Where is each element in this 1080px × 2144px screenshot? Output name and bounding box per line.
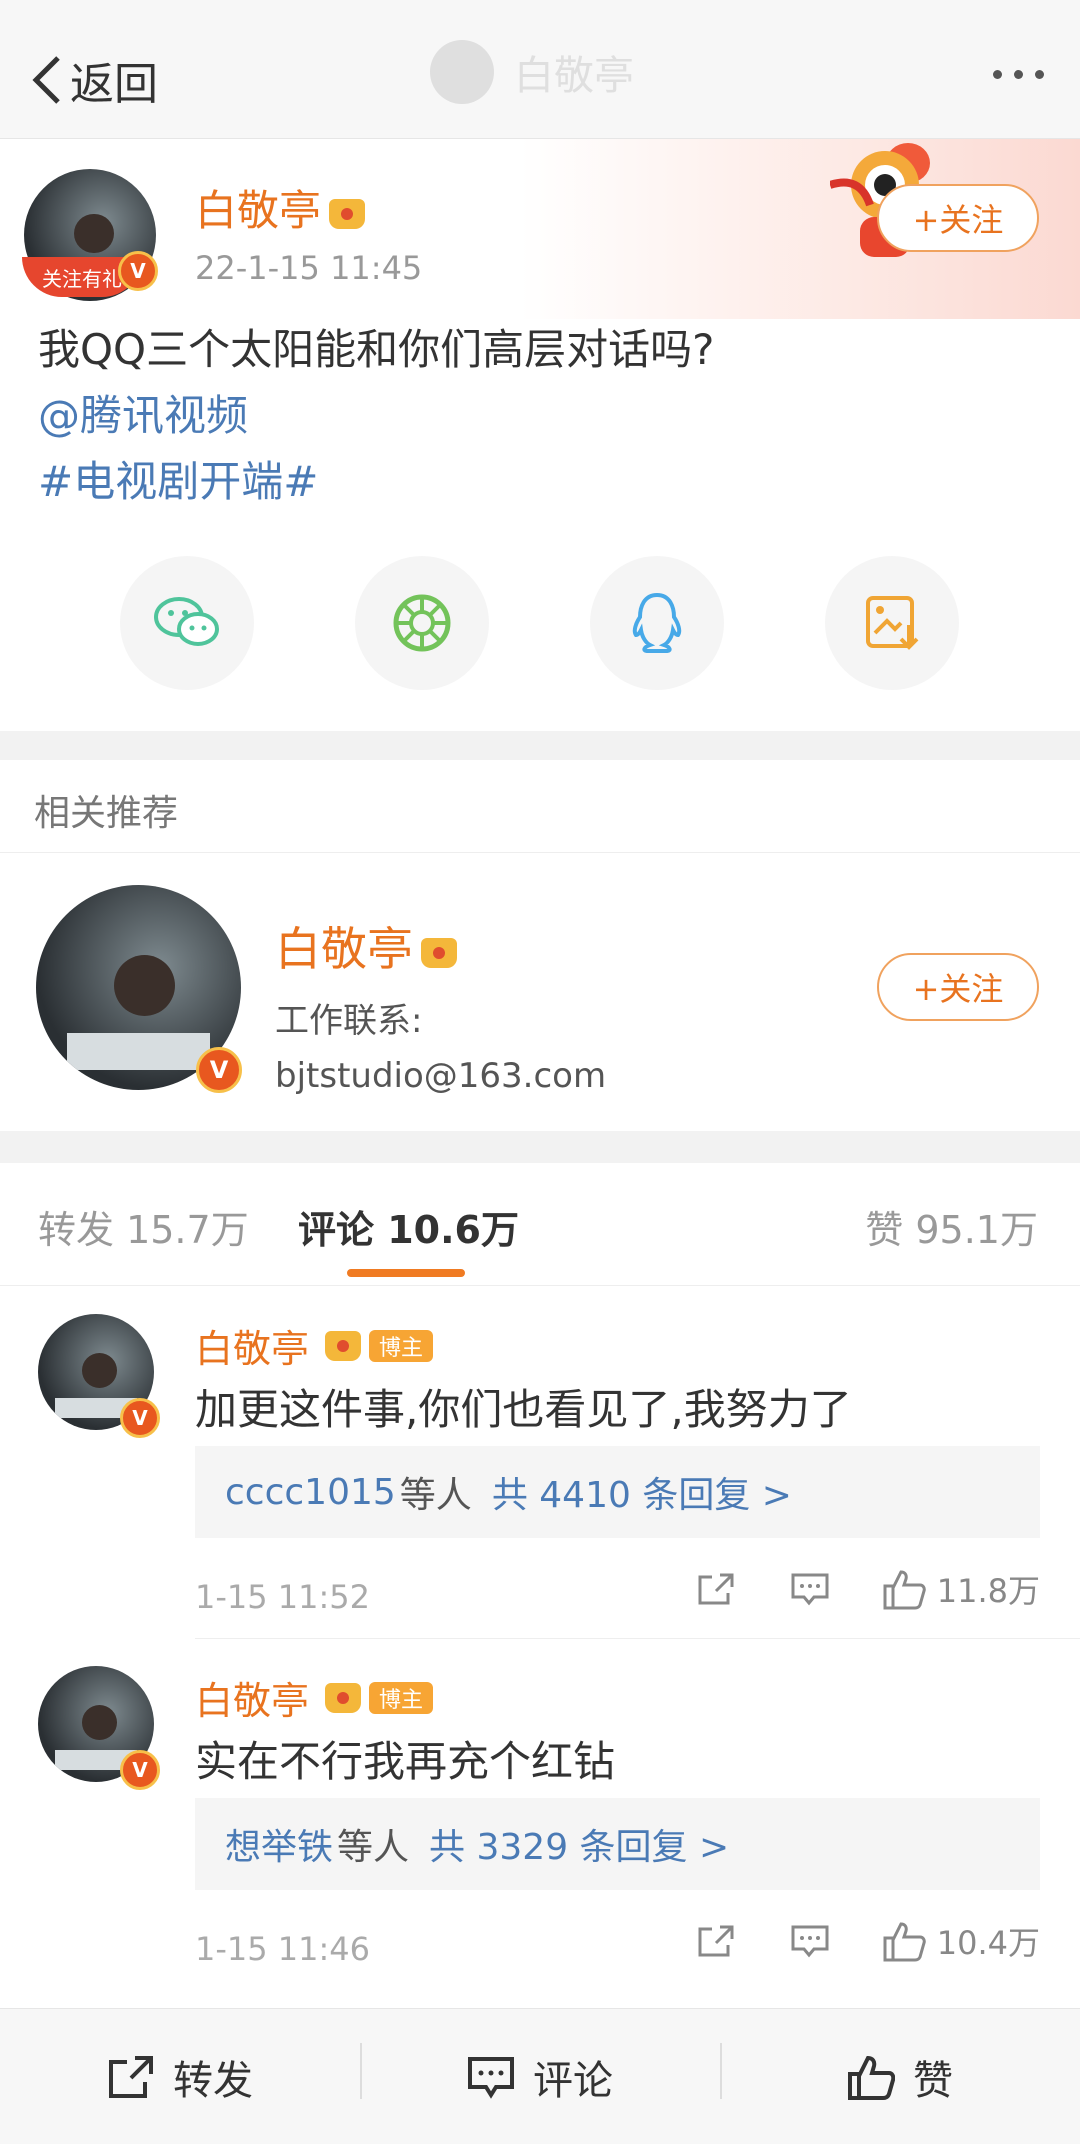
like-label: 赞 — [913, 2057, 953, 2104]
verified-badge-icon: V — [120, 1750, 160, 1790]
nav-ghost-title: 白敬亭 — [430, 40, 634, 104]
reply-count[interactable]: 共 4410 条回复 > — [492, 1466, 792, 1518]
comment-like-count: 10.4万 — [936, 1924, 1040, 1962]
comment-label: 评论 — [533, 2057, 613, 2104]
tab-repost[interactable]: 转发 15.7万 — [38, 1199, 249, 1254]
comment-like-count: 11.8万 — [936, 1572, 1040, 1610]
verified-badge-icon: V — [196, 1047, 242, 1093]
share-comment-icon[interactable] — [691, 1567, 741, 1611]
like-icon — [848, 2055, 895, 2100]
crown-icon — [329, 198, 366, 229]
save-image-button[interactable] — [825, 556, 959, 690]
reply-mid: 等人 — [399, 1475, 472, 1516]
reply-mid: 等人 — [337, 1827, 410, 1868]
share-qq-button[interactable] — [590, 556, 724, 690]
comment-actions: 10.4万 — [691, 1918, 1040, 1964]
like-comment-icon[interactable] — [879, 1567, 929, 1611]
tab-like[interactable]: 赞 95.1万 — [865, 1199, 1038, 1254]
post-card: 关注有礼 V 白敬亭 22-1-15 11:45 +关注 我QQ三个太阳能和你们… — [0, 139, 1080, 731]
blogger-badge: 博主 — [369, 1329, 434, 1362]
back-label: 返回 — [70, 59, 158, 110]
save-image-icon — [866, 596, 919, 650]
share-wechat-button[interactable] — [120, 556, 254, 690]
comment-button[interactable]: 评论 — [360, 2009, 720, 2144]
related-follow-button[interactable]: +关注 — [877, 953, 1039, 1021]
comment-icon — [468, 2056, 514, 2099]
active-tab-indicator — [347, 1269, 465, 1277]
moments-icon — [393, 594, 451, 652]
follow-button[interactable]: +关注 — [877, 184, 1039, 252]
share-moments-button[interactable] — [355, 556, 489, 690]
reply-comment-icon[interactable] — [785, 1567, 835, 1611]
topic-link[interactable]: #电视剧开端# — [38, 449, 1038, 515]
crown-icon — [325, 1682, 362, 1713]
verified-badge-icon: V — [118, 251, 158, 291]
section-gap — [0, 731, 1080, 760]
mention-link[interactable]: @腾讯视频 — [38, 383, 1038, 449]
reply-user[interactable]: 想举铁 — [225, 1818, 333, 1870]
crown-icon — [421, 937, 457, 968]
blogger-badge: 博主 — [369, 1681, 434, 1714]
reply-user[interactable]: cccc1015 — [225, 1472, 396, 1513]
repost-label: 转发 — [173, 2057, 253, 2104]
ghost-avatar — [430, 40, 494, 104]
top-nav-bar: 返回 白敬亭 — [0, 0, 1080, 139]
comment-author-text: 白敬亭 — [195, 1327, 310, 1371]
engagement-tabs: 转发 15.7万 评论 10.6万 赞 95.1万 — [0, 1163, 1080, 1286]
comment-time: 1-15 11:52 — [195, 1578, 371, 1616]
related-desc-line2: bjtstudio@163.com — [275, 1056, 607, 1096]
chevron-left-icon — [32, 56, 60, 104]
tab-comment[interactable]: 评论 10.6万 — [298, 1199, 519, 1254]
bottom-action-bar: 转发 评论 赞 — [0, 2008, 1080, 2144]
related-info: 白敬亭 工作联系: bjtstudio@163.com — [275, 913, 606, 1096]
comment-divider — [195, 1638, 1080, 1639]
post-body: 我QQ三个太阳能和你们高层对话吗? — [38, 325, 715, 374]
back-button[interactable]: 返回 — [30, 48, 158, 112]
reply-summary[interactable]: 想举铁 等人 共 3329 条回复 > — [195, 1798, 1040, 1890]
comment-item: V 白敬亭 博主 加更这件事,你们也看见了,我努力了 cccc1015 等人 共… — [0, 1310, 1080, 1650]
crown-icon — [325, 1330, 362, 1361]
comment-author[interactable]: 白敬亭 博主 — [195, 1670, 434, 1725]
comment-time: 1-15 11:46 — [195, 1930, 371, 1968]
reply-count[interactable]: 共 3329 条回复 > — [429, 1818, 729, 1870]
comment-text: 实在不行我再充个红钻 — [195, 1737, 616, 1786]
comment-author-text: 白敬亭 — [195, 1679, 310, 1723]
post-text: 我QQ三个太阳能和你们高层对话吗? @腾讯视频 #电视剧开端# — [38, 317, 1038, 515]
comment-author[interactable]: 白敬亭 博主 — [195, 1318, 434, 1373]
related-name-text: 白敬亭 — [275, 922, 413, 976]
related-user-card[interactable]: V 白敬亭 工作联系: bjtstudio@163.com +关注 — [0, 853, 1080, 1131]
share-comment-icon[interactable] — [691, 1919, 741, 1963]
related-name[interactable]: 白敬亭 — [275, 913, 606, 979]
post-time: 22-1-15 11:45 — [195, 249, 423, 287]
qq-icon — [632, 592, 682, 653]
verified-badge-icon: V — [120, 1398, 160, 1438]
related-heading: 相关推荐 — [34, 793, 179, 834]
author-name[interactable]: 白敬亭 — [195, 177, 366, 238]
comment-text: 加更这件事,你们也看见了,我努力了 — [195, 1385, 852, 1434]
related-heading-bar: 相关推荐 — [0, 760, 1080, 853]
repost-icon — [109, 2055, 153, 2098]
like-button[interactable]: 赞 — [720, 2009, 1080, 2144]
section-gap — [0, 1131, 1080, 1163]
reply-summary[interactable]: cccc1015 等人 共 4410 条回复 > — [195, 1446, 1040, 1538]
reply-comment-icon[interactable] — [785, 1919, 835, 1963]
wechat-icon — [154, 597, 219, 646]
ghost-title-text: 白敬亭 — [514, 53, 634, 99]
comment-item: V 白敬亭 博主 实在不行我再充个红钻 想举铁 等人 共 3329 条回复 > … — [0, 1662, 1080, 2002]
author-name-text: 白敬亭 — [195, 186, 322, 235]
more-options-icon[interactable] — [993, 70, 1044, 79]
repost-button[interactable]: 转发 — [0, 2009, 360, 2144]
like-comment-icon[interactable] — [879, 1919, 929, 1963]
comment-actions: 11.8万 — [691, 1566, 1040, 1612]
related-desc-line1: 工作联系: — [275, 1001, 423, 1041]
